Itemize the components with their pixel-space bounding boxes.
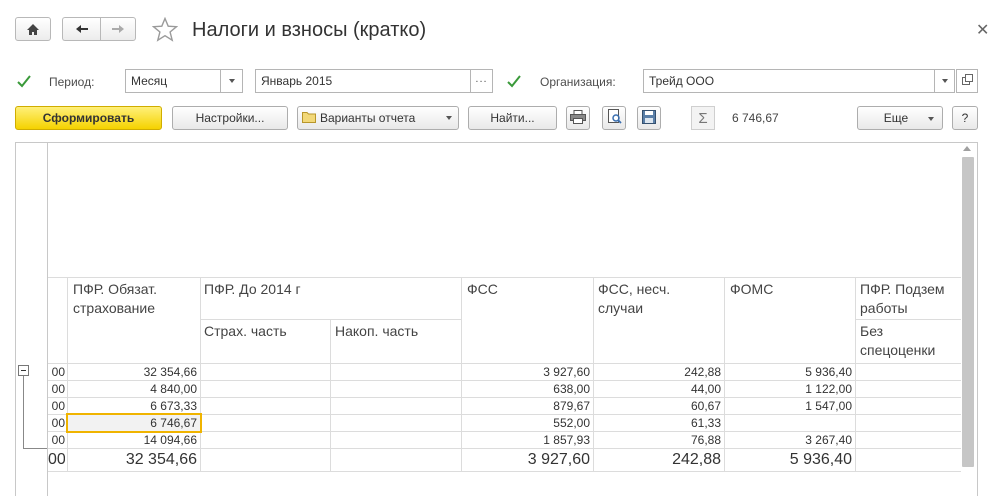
col-header-foms: ФОМС [730, 281, 774, 297]
organization-open-button[interactable] [956, 69, 978, 93]
group-line-end [23, 448, 47, 449]
chevron-down-icon [446, 116, 452, 120]
foms-cell: 1 547,00 [805, 399, 852, 413]
scroll-up-icon[interactable] [963, 146, 971, 151]
organization-label: Организация: [540, 75, 616, 89]
settings-button[interactable]: Настройки... [172, 106, 288, 130]
chevron-down-icon [941, 79, 948, 83]
pfr-cell: 32 354,66 [143, 365, 197, 379]
total-pfr-cell: 32 354,66 [125, 451, 197, 468]
row-first-cell: 00 [51, 399, 65, 413]
row-first-cell: 00 [51, 433, 65, 447]
report-variants-button[interactable]: Варианты отчета [297, 106, 459, 130]
fss-cell: 638,00 [553, 382, 590, 396]
grouping-column [15, 142, 48, 496]
col-header-pfr-do2014: ПФР. До 2014 г [204, 281, 301, 297]
col-header-strah: Страх. часть [204, 323, 287, 339]
pfr-cell: 6 746,67 [150, 416, 197, 430]
group-line [23, 376, 24, 448]
arrow-left-icon [75, 24, 89, 34]
chevron-down-icon [928, 117, 934, 121]
home-icon [26, 23, 40, 36]
more-button[interactable]: Еще [857, 106, 943, 130]
fss-nesch-cell: 76,88 [690, 433, 721, 447]
sum-icon: Σ [691, 106, 715, 130]
home-button[interactable] [15, 17, 51, 41]
save-button[interactable] [637, 106, 661, 130]
printer-icon [570, 109, 586, 127]
generate-button[interactable]: Сформировать [15, 106, 162, 130]
foms-cell: 5 936,40 [805, 365, 852, 379]
organization-dropdown-button[interactable] [935, 69, 955, 93]
open-window-icon [961, 74, 973, 88]
col-header-nakop: Накоп. часть [335, 323, 419, 339]
row-first-cell: 00 [51, 416, 65, 430]
total-foms-cell: 5 936,40 [789, 451, 852, 468]
selection-sum-value: 6 746,67 [732, 111, 779, 125]
month-field[interactable]: Январь 2015 [255, 69, 471, 93]
fss-cell: 879,67 [553, 399, 590, 413]
period-label: Период: [49, 75, 95, 89]
organization-checkbox[interactable] [507, 74, 521, 88]
forward-button[interactable] [100, 17, 136, 41]
arrow-right-icon [111, 24, 125, 34]
period-dropdown-button[interactable] [221, 69, 243, 93]
fss-nesch-cell: 60,67 [690, 399, 721, 413]
back-button[interactable] [62, 17, 100, 41]
fss-cell: 3 927,60 [543, 365, 590, 379]
total-fss-nesch-cell: 242,88 [672, 451, 721, 468]
pfr-cell: 14 094,66 [143, 433, 197, 447]
print-button[interactable] [566, 106, 590, 130]
row-first-cell: 00 [51, 382, 65, 396]
preview-button[interactable] [602, 106, 626, 130]
floppy-disk-icon [642, 109, 656, 127]
help-button[interactable]: ? [952, 106, 978, 130]
favorite-star-icon[interactable] [151, 16, 179, 45]
col-header-fss: ФСС [467, 281, 498, 297]
period-select[interactable]: Месяц [125, 69, 221, 93]
fss-nesch-cell: 61,33 [690, 416, 721, 430]
col-header-bez-spec: Без спецоценки [860, 323, 936, 358]
col-header-pfr-obyaz: ПФР. Обязат. страхование [73, 281, 158, 316]
collapse-group-icon[interactable] [18, 365, 29, 376]
total-fss-cell: 3 927,60 [527, 451, 590, 468]
vertical-scrollbar[interactable] [962, 157, 974, 467]
pfr-cell: 4 840,00 [150, 382, 197, 396]
foms-cell: 1 122,00 [805, 382, 852, 396]
row-first-cell: 00 [51, 365, 65, 379]
fss-nesch-cell: 242,88 [684, 365, 721, 379]
col-header-fss-nesch: ФСС, несч. случаи [598, 281, 671, 316]
fss-nesch-cell: 44,00 [690, 382, 721, 396]
page-title: Налоги и взносы (кратко) [192, 19, 427, 41]
total-first-cell: 00 [48, 451, 65, 468]
foms-cell: 3 267,40 [805, 433, 852, 447]
report-variants-label: Варианты отчета [320, 111, 416, 125]
more-label: Еще [883, 111, 909, 125]
period-checkbox[interactable] [17, 74, 31, 88]
organization-field[interactable]: Трейд ООО [643, 69, 935, 93]
close-icon[interactable]: ✕ [976, 20, 989, 40]
find-button[interactable]: Найти... [468, 106, 557, 130]
folder-icon [302, 111, 316, 126]
fss-cell: 552,00 [553, 416, 590, 430]
chevron-down-icon [228, 79, 235, 83]
print-preview-icon [607, 109, 622, 127]
month-select-button[interactable]: ... [471, 69, 493, 93]
col-header-pfr-podzem: ПФР. Подзем работы [860, 281, 945, 316]
fss-cell: 1 857,93 [543, 433, 590, 447]
